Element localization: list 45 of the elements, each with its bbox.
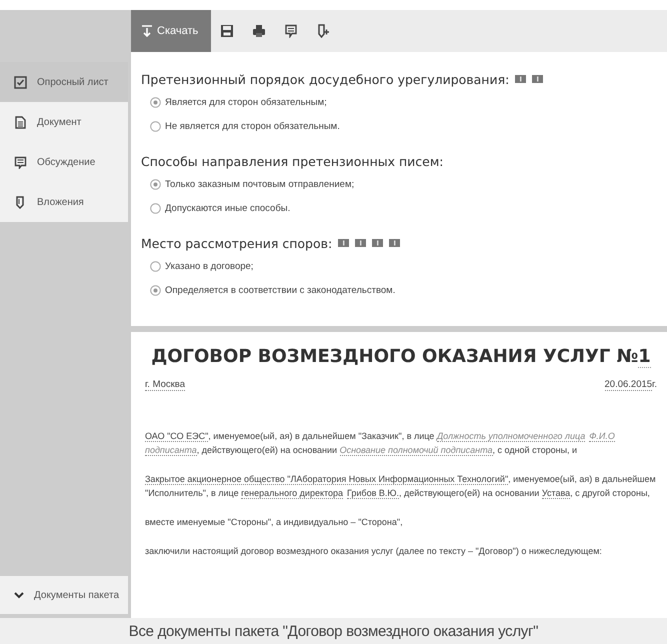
contract-paragraph: вместе именуемые "Стороны", а индивидуально – "Сторона", [145,516,404,529]
radio-button[interactable] [150,284,161,296]
option-label: Не является для сторон обязательным. [165,120,340,132]
question-title: Способы направления претензионных писем: [141,154,444,168]
document-title: ДОГОВОР ВОЗМЕЗДНОГО ОКАЗАНИЯ УСЛУГ №1 [150,345,652,370]
info-icon[interactable] [338,239,350,247]
contract-paragraph: Закрытое акционерное общество "ЛАборатория Новых Информационных Технологий", именуемое(ый, ая) в дальнейшем "Исполнитель", в лице генерального директора Грибов В.Ю., действующего(ей) на основании Устава, с другой стороны, [145,473,657,500]
contract-paragraph: заключили настоящий договор возмездного оказания услуг (далее по тексту – "Договор") о нижеследующем: [145,545,603,558]
radio-button[interactable] [150,260,161,272]
radio-button[interactable] [150,202,161,214]
document-icon [14,116,27,128]
radio-button[interactable] [150,178,161,190]
option-label: Только заказным почтовым отправлением; [165,178,354,190]
radio-button[interactable] [150,120,161,132]
checkbox-icon [14,76,27,88]
date-field[interactable]: 20.06.2015 [604,379,652,391]
info-icon[interactable] [389,239,400,247]
sidebar-item[interactable]: Опросный лист [0,62,128,102]
attachment-icon [14,196,27,208]
chevron-down-icon [14,592,24,598]
sidebar-item[interactable]: Вложения [0,182,128,222]
sidebar-item[interactable]: Документ [0,102,128,142]
info-icon[interactable] [372,239,384,247]
package-caption: Все документы пакета "Договор возмездного оказания услуг" [128,622,538,640]
contract-paragraph: ОАО "СО ЕЭС", именуемое(ый, ая) в дальнейшем "Заказчик", в лице Должность уполномоченного лица Ф.И.О подписанта, действующего(ей) на основании Основание полномочий подписанта, с одной стороны, и [145,430,616,457]
download-button[interactable]: Скачать [131,10,212,52]
city-field[interactable]: г. Москва [145,379,186,391]
comment-icon [284,24,298,38]
comment-icon [14,156,27,168]
download-icon [142,25,152,37]
option-label: Допускаются иные способы. [165,202,290,214]
info-icon[interactable] [355,239,366,247]
year-suffix: г. [652,379,657,390]
question-title: Место рассмотрения споров: [141,236,332,250]
option-label: Определяется в соответствии с законодательством. [165,284,396,296]
info-icon[interactable] [515,75,526,83]
printer-icon [252,24,266,38]
option-label: Является для сторон обязательным; [165,96,327,108]
option-label: Указано в договоре; [165,260,254,272]
package-documents-toggle[interactable]: Документы пакета [0,576,128,614]
question-title: Претензионный порядок досудебного урегулирования: [141,72,510,86]
document-export-icon [316,24,330,38]
radio-button[interactable] [150,96,161,108]
sidebar-item[interactable]: Обсуждение [0,142,128,182]
info-icon[interactable] [532,75,544,83]
